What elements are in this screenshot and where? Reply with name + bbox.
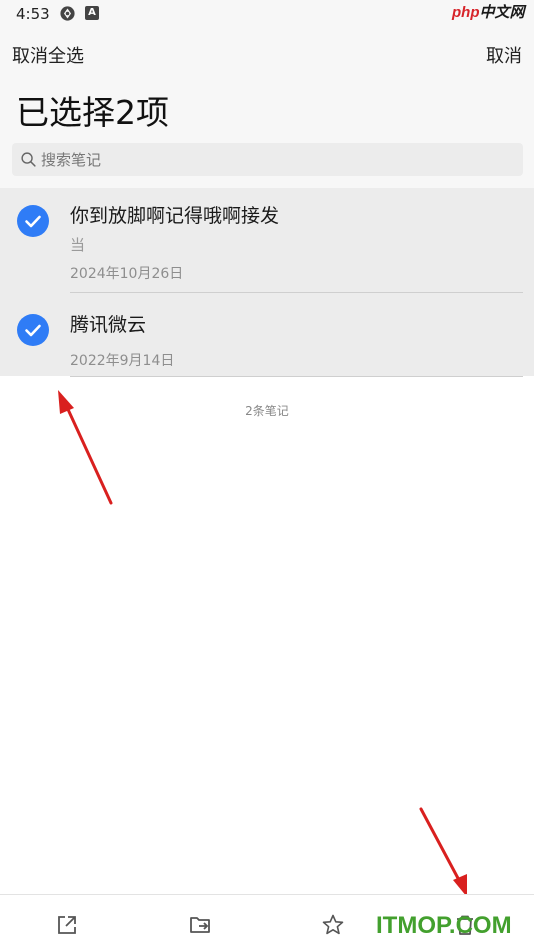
note-title: 你到放脚啊记得哦啊接发 [70, 205, 280, 227]
star-icon[interactable] [321, 913, 345, 937]
note-snippet: 当 [70, 236, 86, 254]
note-title: 腾讯微云 [70, 314, 147, 336]
itmop-watermark: ITMOP.COM [376, 912, 512, 939]
page-title: 已选择2项 [16, 93, 169, 132]
annotation-arrow-down [419, 807, 467, 897]
search-input[interactable] [41, 143, 511, 176]
list-item[interactable]: 你到放脚啊记得哦啊接发 当 2024年10月26日 [0, 188, 534, 292]
note-date: 2024年10月26日 [70, 266, 184, 282]
note-date: 2022年9月14日 [70, 353, 175, 369]
search-icon [21, 152, 36, 167]
status-time: 4:53 [16, 5, 50, 23]
search-box[interactable] [12, 143, 523, 176]
notes-list: 你到放脚啊记得哦啊接发 当 2024年10月26日 腾讯微云 2022年9月14… [0, 188, 534, 377]
deselect-all-button[interactable]: 取消全选 [12, 42, 84, 68]
sync-icon [60, 6, 75, 21]
watermark-php-text: php [452, 4, 480, 21]
move-to-folder-icon[interactable] [188, 913, 212, 937]
note-count: 2条笔记 [245, 404, 289, 418]
checkmark-selected-icon[interactable] [17, 314, 49, 346]
share-icon[interactable] [55, 913, 79, 937]
list-item[interactable]: 腾讯微云 2022年9月14日 [0, 292, 534, 376]
watermark-cn-text: 中文网 [479, 4, 525, 21]
a-notification-icon: A [85, 6, 99, 20]
php-watermark: php中文网 [452, 1, 525, 21]
divider [70, 376, 523, 377]
checkmark-selected-icon[interactable] [17, 205, 49, 237]
cancel-button[interactable]: 取消 [486, 42, 522, 68]
